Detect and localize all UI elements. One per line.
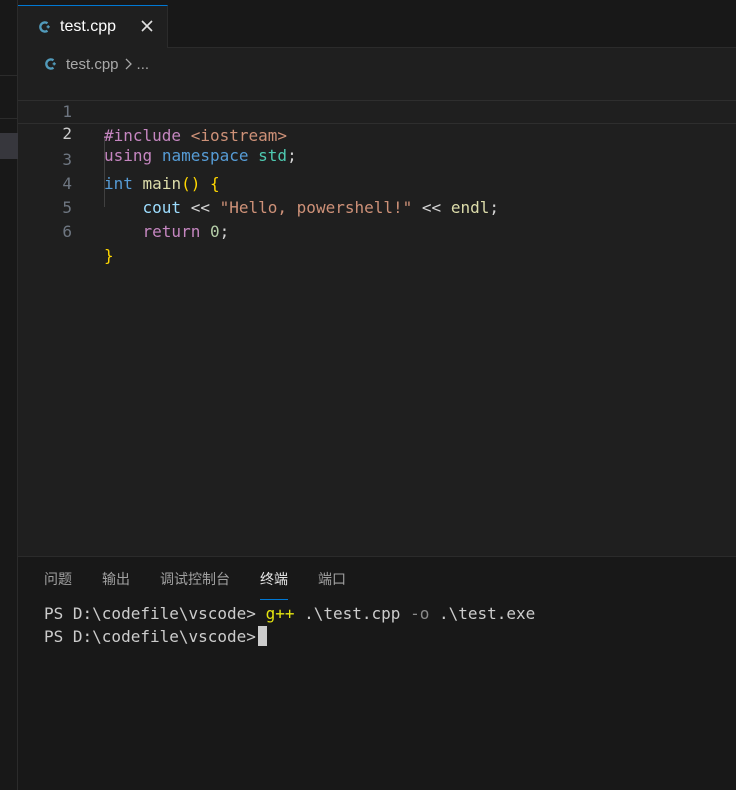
strip-divider (0, 118, 18, 119)
breadcrumb-more[interactable]: ... (137, 56, 150, 73)
bottom-panel: 问题 输出 调试控制台 终端 端口 PS D:\codefile\vscode>… (18, 556, 736, 790)
token-brace: } (104, 246, 114, 265)
cpp-file-icon (44, 57, 58, 71)
tab-debug-console[interactable]: 调试控制台 (160, 569, 230, 595)
code-line: 6 } (18, 196, 736, 265)
token-number: 0 (209, 222, 220, 241)
editor-tab-bar: test.cpp (18, 0, 736, 48)
breadcrumb-file[interactable]: test.cpp (66, 56, 119, 73)
panel-tabs: 问题 输出 调试控制台 终端 端口 (44, 569, 376, 600)
chevron-right-icon (124, 58, 134, 70)
editor-tab-test-cpp[interactable]: test.cpp (18, 5, 168, 48)
code-line-current: 2 using namespace std; (18, 100, 736, 165)
token-keyword: return (142, 222, 201, 241)
tab-ports[interactable]: 端口 (318, 569, 346, 595)
strip-divider (0, 75, 18, 76)
code-line: 4 cout << "Hello, powershell!" << endl; (18, 148, 736, 217)
cpp-file-icon (38, 20, 52, 34)
terminal-arg: .\test.cpp (304, 604, 401, 623)
line-number: 6 (62, 222, 72, 241)
code-line: 3 int main() { (18, 124, 736, 193)
terminal-prompt: PS D:\codefile\vscode> (44, 627, 256, 646)
tab-problems[interactable]: 问题 (44, 569, 72, 595)
tab-label: test.cpp (60, 18, 117, 35)
terminal-arg: .\test.exe (438, 604, 536, 623)
terminal-cursor[interactable] (257, 626, 267, 646)
breadcrumb: test.cpp ... (44, 54, 149, 74)
terminal[interactable]: PS D:\codefile\vscode> g++ .\test.cpp -o… (44, 602, 535, 648)
strip-selected-item[interactable] (0, 133, 18, 159)
code-line: 5 return 0; (18, 172, 736, 241)
terminal-command: g++ (265, 604, 295, 623)
activity-strip (0, 0, 18, 790)
terminal-line: PS D:\codefile\vscode> (44, 625, 535, 648)
close-icon[interactable] (137, 16, 157, 36)
code-line: 1 #include <iostream> (18, 76, 736, 145)
tab-terminal[interactable]: 终端 (260, 569, 288, 600)
tab-output[interactable]: 输出 (102, 569, 130, 595)
terminal-flag: -o (410, 604, 430, 623)
code-editor[interactable]: 1 #include <iostream> 2 using namespace … (18, 76, 736, 556)
terminal-prompt: PS D:\codefile\vscode> (44, 604, 256, 623)
terminal-line: PS D:\codefile\vscode> g++ .\test.cpp -o… (44, 602, 535, 625)
token-punct: ; (219, 222, 230, 241)
